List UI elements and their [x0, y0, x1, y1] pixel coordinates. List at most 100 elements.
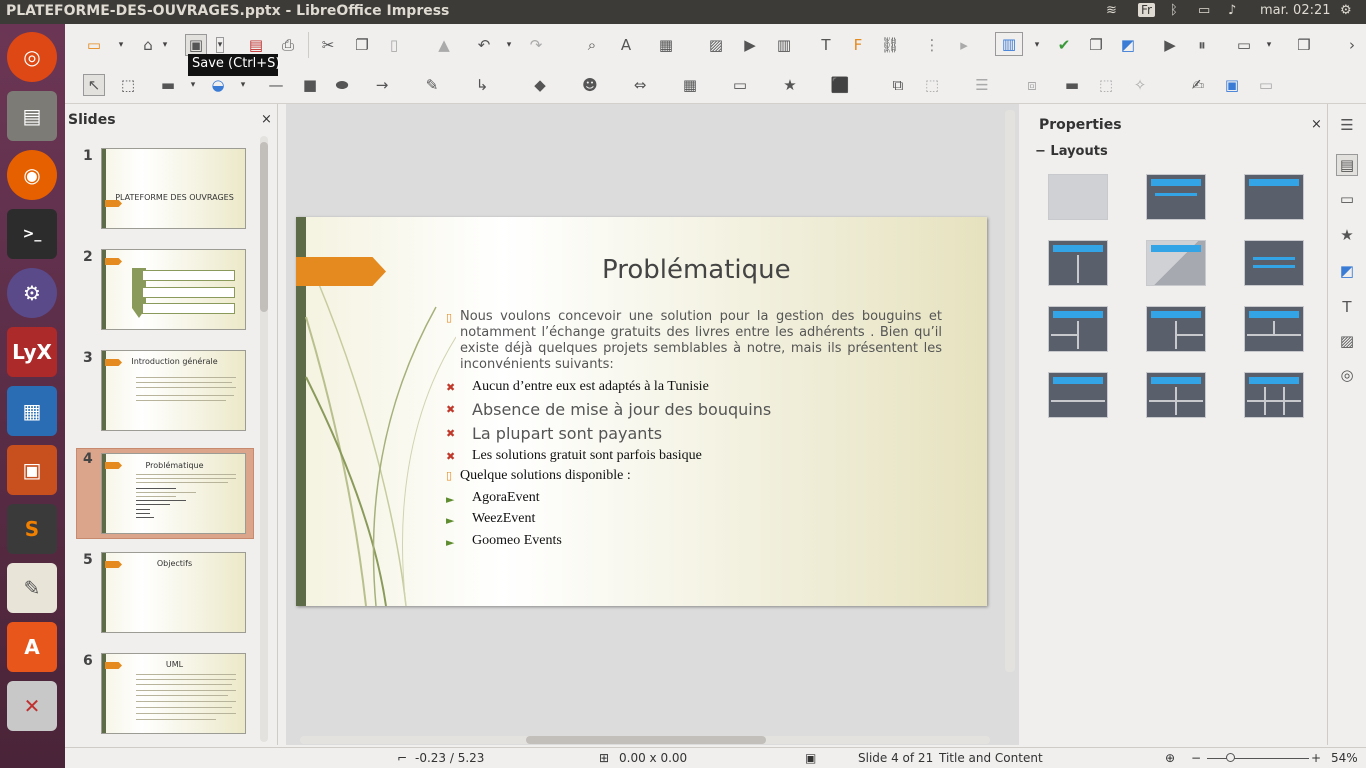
duplicate-slide-icon[interactable]: ❐: [1085, 34, 1107, 56]
master-slides-tab-icon[interactable]: ◩: [1336, 260, 1358, 282]
presentation-icon[interactable]: ⏸: [1191, 34, 1213, 56]
issue-item[interactable]: Absence de mise à jour des bouquins: [472, 400, 771, 419]
crop-icon[interactable]: ⬚: [1095, 74, 1117, 96]
slide-thumbnail[interactable]: [101, 249, 246, 330]
sidebar-settings-icon[interactable]: ☰: [1336, 114, 1358, 136]
styles-tab-icon[interactable]: T: [1336, 296, 1358, 318]
3d-objects-icon[interactable]: ⬛: [829, 74, 851, 96]
interaction-icon[interactable]: ▭: [1255, 74, 1277, 96]
zoom-percent[interactable]: 54%: [1331, 751, 1358, 765]
basic-shapes-icon[interactable]: ◆: [529, 74, 551, 96]
transformations-icon[interactable]: ⧉: [887, 74, 909, 96]
editor-vertical-scrollbar[interactable]: [1005, 110, 1015, 672]
dropdown-arrow-icon[interactable]: ▾: [161, 37, 169, 53]
properties-tab-icon[interactable]: ▤: [1336, 154, 1358, 176]
points-icon[interactable]: ⬚: [921, 74, 943, 96]
close-icon[interactable]: ×: [1311, 117, 1322, 132]
solution-item[interactable]: Goomeo Events: [472, 533, 562, 549]
document-modified-icon[interactable]: ▣: [805, 751, 816, 765]
slide-thumbnail[interactable]: Introduction générale: [101, 350, 246, 431]
hyperlink-icon[interactable]: ⛓: [879, 34, 901, 56]
fontwork-icon[interactable]: F: [847, 34, 869, 56]
layout-title-slide[interactable]: [1146, 174, 1206, 220]
image-icon[interactable]: ▨: [705, 34, 727, 56]
scrollbar-thumb[interactable]: [526, 736, 766, 744]
slide-show-icon[interactable]: ▭: [83, 34, 105, 56]
sidebar-splitter[interactable]: [1019, 104, 1027, 745]
layout-title-content-2content[interactable]: [1146, 306, 1206, 352]
clock[interactable]: mar. 02:21: [1260, 3, 1331, 18]
slides-scrollbar[interactable]: [258, 136, 270, 742]
layout-title-2content-content[interactable]: [1048, 306, 1108, 352]
settings-gear-icon[interactable]: ⚙: [1340, 3, 1352, 18]
copy-icon[interactable]: ❐: [351, 34, 373, 56]
layout-centered-text[interactable]: [1244, 240, 1304, 286]
curve-icon[interactable]: ✎: [421, 74, 443, 96]
battery-icon[interactable]: ▭: [1198, 3, 1210, 18]
scrollbar-thumb[interactable]: [260, 142, 268, 312]
solution-item[interactable]: WeezEvent: [472, 511, 535, 527]
dropdown-arrow-icon[interactable]: ▾: [239, 77, 247, 93]
terminal-icon[interactable]: >_: [7, 209, 57, 259]
zoom-slider[interactable]: [1207, 758, 1309, 759]
cut-icon[interactable]: ✂: [317, 34, 339, 56]
issue-item[interactable]: Aucun d’entre eux est adaptés à la Tunis…: [472, 379, 709, 395]
dropdown-arrow-icon[interactable]: ▾: [1033, 37, 1041, 53]
layout-blank[interactable]: [1048, 174, 1108, 220]
save-icon[interactable]: ▣: [185, 34, 207, 56]
writer-icon[interactable]: ▦: [7, 386, 57, 436]
layout-title-only[interactable]: [1146, 240, 1206, 286]
block-arrows-icon[interactable]: ⇔: [629, 74, 651, 96]
close-icon[interactable]: ×: [261, 112, 272, 127]
comment-icon[interactable]: ◩: [1117, 34, 1139, 56]
export-pdf-icon[interactable]: ▤: [245, 34, 267, 56]
dropdown-arrow-icon[interactable]: ▾: [1265, 37, 1273, 53]
flowchart-icon[interactable]: ▦: [679, 74, 701, 96]
solutions-heading[interactable]: Quelque solutions disponible :: [460, 468, 631, 484]
layout-title-4-content[interactable]: [1146, 372, 1206, 418]
text-box-icon[interactable]: T: [815, 34, 837, 56]
ellipse-icon[interactable]: ⬬: [331, 74, 353, 96]
zoom-in-icon[interactable]: +: [1311, 751, 1321, 765]
find-replace-icon[interactable]: ⌕: [581, 34, 603, 56]
line-icon[interactable]: —: [265, 74, 287, 96]
keyboard-indicator[interactable]: Fr: [1138, 3, 1155, 17]
dropdown-arrow-icon[interactable]: ▾: [117, 37, 125, 53]
stars-icon[interactable]: ★: [779, 74, 801, 96]
slide-layout-icon[interactable]: ▥: [995, 32, 1023, 56]
layout-title-2-content[interactable]: [1048, 240, 1108, 286]
layout-title-2content-over-content[interactable]: [1244, 306, 1304, 352]
open-icon[interactable]: ⌂: [137, 34, 159, 56]
slide-thumbnail[interactable]: UML: [101, 653, 246, 734]
software-center-icon[interactable]: A: [7, 622, 57, 672]
chart-icon[interactable]: ▥: [773, 34, 795, 56]
clone-formatting-icon[interactable]: ▲: [433, 34, 455, 56]
ubuntu-dash-icon[interactable]: ◎: [7, 32, 57, 82]
editor-horizontal-scrollbar[interactable]: [286, 733, 1003, 747]
slide-title[interactable]: Problématique: [602, 255, 791, 285]
callouts-icon[interactable]: ▭: [729, 74, 751, 96]
rectangle-icon[interactable]: ■: [299, 74, 321, 96]
issue-item[interactable]: Les solutions gratuit sont parfois basiq…: [472, 448, 702, 464]
gallery-tab-icon[interactable]: ▨: [1336, 330, 1358, 352]
master-slide-icon[interactable]: ❒: [1293, 34, 1315, 56]
filter-icon[interactable]: ✧: [1129, 74, 1151, 96]
zoom-out-icon[interactable]: −: [1191, 751, 1201, 765]
issue-item[interactable]: La plupart sont payants: [472, 424, 662, 443]
slide-thumbnail[interactable]: Objectifs: [101, 552, 246, 633]
system-settings-icon[interactable]: ⚙: [7, 268, 57, 318]
animation-tab-icon[interactable]: ★: [1336, 224, 1358, 246]
solution-item[interactable]: AgoraEvent: [472, 490, 540, 506]
helplines-icon[interactable]: ▸: [953, 34, 975, 56]
sublime-text-icon[interactable]: S: [7, 504, 57, 554]
save-dropdown-icon[interactable]: ▾: [216, 37, 224, 53]
align-icon[interactable]: ☰: [971, 74, 993, 96]
print-icon[interactable]: ⎙: [277, 34, 299, 56]
paste-icon[interactable]: ▯: [383, 34, 405, 56]
line-color-icon[interactable]: ▬: [157, 74, 179, 96]
dropdown-arrow-icon[interactable]: ▾: [505, 37, 513, 53]
table-icon[interactable]: ▦: [655, 34, 677, 56]
glue-points-icon[interactable]: ▣: [1221, 74, 1243, 96]
zoom-slider-handle[interactable]: [1226, 753, 1235, 762]
text-editor-icon[interactable]: ✎: [7, 563, 57, 613]
